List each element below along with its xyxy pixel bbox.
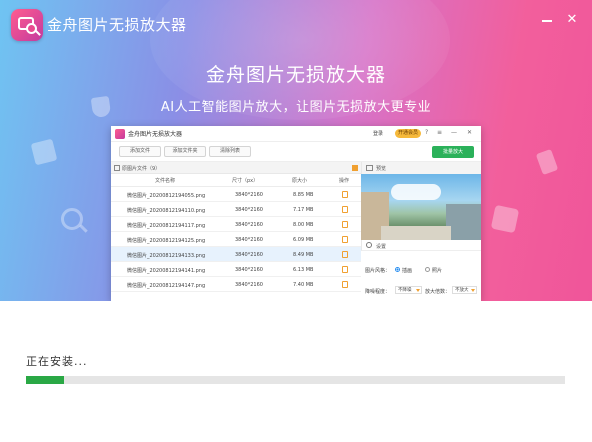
col-dimensions: 尺寸（px）: [232, 178, 259, 184]
image-edit-icon: [490, 204, 520, 234]
preview-clear-list-button: 清除列表: [209, 146, 251, 157]
install-status-text: 正在安装...: [26, 355, 88, 368]
row-filename: 微信图片_20200812194147.png: [127, 283, 206, 289]
preview-pane-title: 预览: [376, 166, 387, 172]
scale-label: 放大倍数：: [425, 289, 451, 295]
minimize-button[interactable]: [541, 14, 553, 26]
row-filename: 微信图片_20200812194110.png: [127, 208, 206, 214]
radio-photo: [425, 267, 430, 272]
style-option-illustration: 插画: [402, 268, 413, 274]
delete-icon: [342, 266, 348, 273]
denoise-label: 降噪程度：: [365, 289, 391, 295]
row-dimensions: 3840*2160: [235, 192, 263, 198]
header-banner: 金舟图片无损放大器 ✕ 金舟图片无损放大器 AI人工智能图片放大，让图片无损放大…: [0, 0, 592, 301]
row-filesize: 7.40 MB: [293, 282, 314, 288]
close-button[interactable]: ✕: [566, 12, 578, 27]
table-row-selected: 微信图片_20200812194133.png 3840*2160 8.49 M…: [111, 247, 361, 262]
row-dimensions: 3840*2160: [235, 252, 263, 258]
table-row: 微信图片_20200812194141.png 3840*2160 6.13 M…: [111, 262, 361, 277]
preview-app-title: 金舟图片无损放大器: [128, 131, 183, 138]
headline: 金舟图片无损放大器: [205, 64, 386, 86]
preview-titlebar: 金舟图片无损放大器 登录 开通会员 ? ≡ — ✕: [111, 126, 481, 142]
preview-image: [361, 174, 481, 240]
preview-table-header: 文件名称 尺寸（px） 原大小 操作: [111, 174, 361, 187]
row-dimensions: 3840*2160: [235, 267, 263, 273]
image-list-icon: [114, 165, 120, 171]
row-filename: 微信图片_20200812194141.png: [127, 268, 206, 274]
col-filesize: 原大小: [292, 178, 308, 184]
preview-add-folder-button: 添加文件夹: [164, 146, 206, 157]
app-preview-screenshot: 金舟图片无损放大器 登录 开通会员 ? ≡ — ✕ 添加文件 添加文件夹 清除列…: [111, 126, 481, 301]
tag-icon: [535, 148, 559, 176]
row-filesize: 8.85 MB: [293, 192, 314, 198]
preview-list-header: 原图片文件（9）: [111, 162, 361, 174]
row-filename: 微信图片_20200812194133.png: [127, 253, 206, 259]
close-icon: ✕: [566, 12, 578, 27]
preview-list-title: 原图片文件（9）: [122, 166, 161, 172]
row-filename: 微信图片_20200812194055.png: [127, 193, 206, 199]
delete-icon: [342, 221, 348, 228]
preview-menu-icon: ≡: [437, 129, 443, 136]
preview-pane-header: 预览: [361, 162, 481, 174]
row-dimensions: 3840*2160: [235, 222, 263, 228]
subline: AI人工智能图片放大，让图片无损放大更专业: [160, 100, 432, 115]
preview-vip-badge: 开通会员: [395, 129, 422, 138]
app-title: 金舟图片无损放大器: [47, 16, 187, 34]
preview-close-icon: ✕: [467, 129, 473, 136]
table-row: 微信图片_20200812194147.png 3840*2160 7.40 M…: [111, 277, 361, 292]
scale-select: 不放大: [452, 286, 477, 294]
row-dimensions: 3840*2160: [235, 282, 263, 288]
settings-title: 设置: [376, 244, 387, 250]
install-progress-bar: [26, 376, 565, 384]
table-row: 微信图片_20200812194125.png 3840*2160 6.09 M…: [111, 232, 361, 247]
table-row: 微信图片_20200812194055.png 3840*2160 8.85 M…: [111, 187, 361, 202]
row-filename: 微信图片_20200812194125.png: [127, 238, 206, 244]
preview-road: [381, 226, 451, 240]
preview-cloud: [391, 184, 441, 200]
denoise-select: 不降噪: [395, 286, 422, 294]
row-filesize: 8.00 MB: [293, 222, 314, 228]
row-dimensions: 3840*2160: [235, 207, 263, 213]
table-row: 微信图片_20200812194110.png 3840*2160 7.17 M…: [111, 202, 361, 217]
zoom-handle: [79, 224, 88, 233]
installer-window: 金舟图片无损放大器 ✕ 金舟图片无损放大器 AI人工智能图片放大，让图片无损放大…: [0, 0, 592, 442]
table-row: 微信图片_20200812194117.png 3840*2160 8.00 M…: [111, 217, 361, 232]
preview-login: 登录: [373, 131, 384, 137]
settings-header: 设置: [361, 240, 481, 251]
photo-icon: [30, 138, 58, 166]
preview-toolbar: 添加文件 添加文件夹 清除列表 批量放大: [111, 142, 481, 162]
preview-help-icon: ?: [425, 129, 429, 136]
col-filename: 文件名称: [155, 178, 176, 184]
style-label: 图片风格：: [365, 268, 391, 274]
preview-batch-enlarge-button: 批量放大: [432, 146, 474, 158]
preview-app-logo: [115, 129, 125, 139]
row-filesize: 8.49 MB: [293, 252, 314, 258]
row-filename: 微信图片_20200812194117.png: [127, 223, 206, 229]
delete-icon: [342, 206, 348, 213]
magnifier-handle: [35, 30, 41, 36]
delete-icon: [342, 191, 348, 198]
preview-add-file-button: 添加文件: [119, 146, 161, 157]
gear-icon: [366, 242, 372, 248]
app-logo: [11, 9, 43, 41]
delete-icon: [342, 251, 348, 258]
row-dimensions: 3840*2160: [235, 237, 263, 243]
row-filesize: 6.09 MB: [293, 237, 314, 243]
col-actions: 操作: [339, 178, 350, 184]
install-progress-fill: [26, 376, 64, 384]
style-option-photo: 照片: [432, 268, 443, 274]
radio-illustration: [395, 267, 400, 272]
row-filesize: 7.17 MB: [293, 207, 314, 213]
delete-icon: [342, 236, 348, 243]
row-filesize: 6.13 MB: [293, 267, 314, 273]
delete-icon: [342, 281, 348, 288]
preview-minimize-icon: —: [451, 129, 457, 136]
grid-view-icon: [352, 165, 358, 171]
preview-icon: [366, 165, 373, 171]
preview-building: [446, 204, 481, 240]
